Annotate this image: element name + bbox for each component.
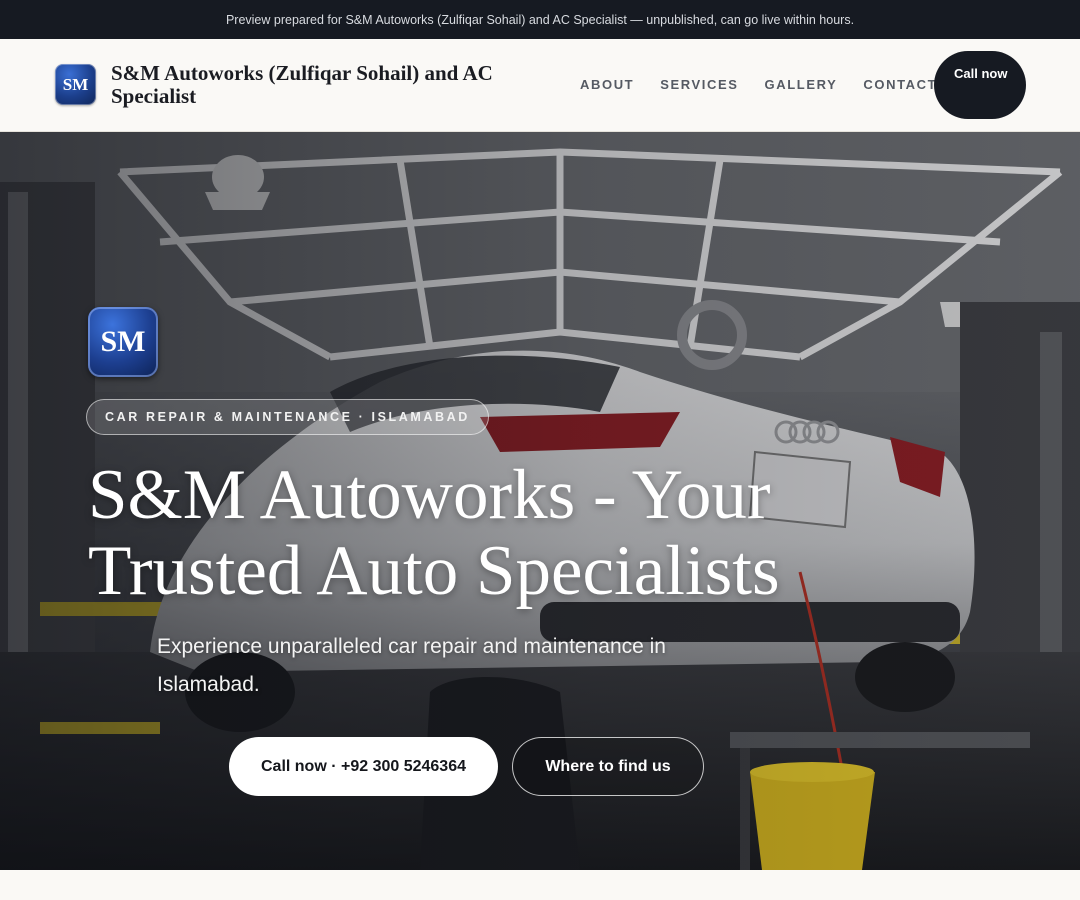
hero-subtitle: Experience unparalleled car repair and m…	[157, 635, 666, 696]
hero-section: SM CAR REPAIR & MAINTENANCE · ISLAMABAD …	[0, 132, 1080, 870]
header-call-button[interactable]: Call now	[934, 51, 1026, 119]
preview-banner: Preview prepared for S&M Autoworks (Zulf…	[0, 0, 1080, 39]
brand-name[interactable]: S&M Autoworks (Zulfiqar Sohail) and AC S…	[111, 62, 551, 108]
main-nav: ABOUT SERVICES GALLERY CONTACT	[580, 77, 937, 92]
hero-eyebrow-pill: CAR REPAIR & MAINTENANCE · ISLAMABAD	[86, 399, 489, 435]
call-now-phone-button[interactable]: Call now · +92 300 5246364	[229, 737, 498, 796]
site-header: SM S&M Autoworks (Zulfiqar Sohail) and A…	[0, 39, 1080, 132]
nav-link-contact[interactable]: CONTACT	[863, 77, 937, 92]
nav-link-gallery[interactable]: GALLERY	[765, 77, 838, 92]
brand-logo-icon[interactable]: SM	[55, 64, 96, 105]
nav-link-services[interactable]: SERVICES	[660, 77, 738, 92]
where-to-find-us-button[interactable]: Where to find us	[512, 737, 704, 796]
hero-logo-icon: SM	[88, 307, 158, 377]
nav-link-about[interactable]: ABOUT	[580, 77, 634, 92]
next-section-top	[0, 870, 1080, 900]
preview-banner-text: Preview prepared for S&M Autoworks (Zulf…	[225, 12, 855, 27]
hero-title: S&M Autoworks - Your Trusted Auto Specia…	[88, 456, 780, 610]
